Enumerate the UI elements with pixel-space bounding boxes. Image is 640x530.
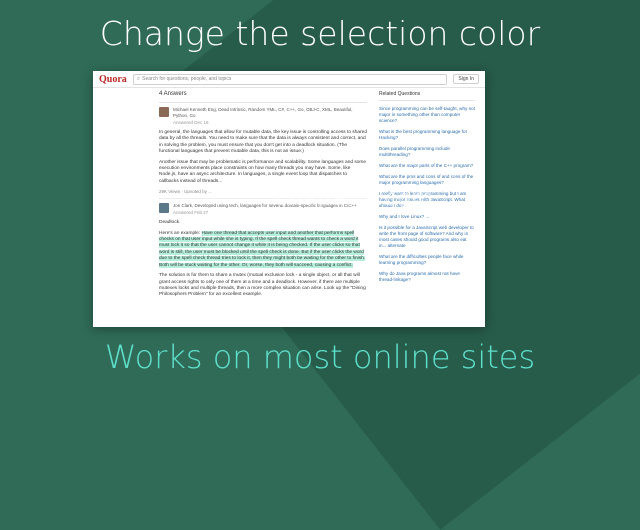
related-question-link[interactable]: What is the best programming language fo… (379, 129, 475, 141)
related-heading: Related Questions (379, 88, 475, 101)
headline-top: Change the selection color (99, 14, 541, 53)
answer-paragraph: Here's an example: Have one thread that … (159, 230, 367, 269)
search-input[interactable]: ⌕ Search for questions, people, and topi… (132, 73, 448, 85)
search-placeholder: Search for questions, people, and topics (142, 76, 232, 82)
answer-author: Michael Kenneth Eng, Dead Intrinsic, Ran… (159, 107, 367, 126)
related-question-link[interactable]: What are the pros and cons of and cons o… (379, 174, 475, 186)
related-question-link[interactable]: Is it possible for a JavaScript web deve… (379, 225, 475, 249)
related-question-link[interactable]: What are the difficulties people face wh… (379, 254, 475, 266)
answer-date: Answered Dec 18 (173, 120, 209, 125)
answer-paragraph: Another issue that may be problematic is… (159, 159, 367, 184)
answers-count: 4 Answers (159, 88, 367, 103)
answer-paragraph: In general, the languages that allow for… (159, 130, 367, 155)
answer-item: Jon Clark, Developed using tech, languag… (159, 203, 367, 298)
related-question-link[interactable]: Why do Java programs almost not have thr… (379, 271, 475, 283)
related-question-link[interactable]: Does parallel programming include multit… (379, 146, 475, 158)
related-question-link[interactable]: Since programming can be self-taught, wh… (379, 106, 475, 124)
avatar[interactable] (159, 203, 169, 214)
site-logo[interactable]: Quora (99, 74, 127, 85)
watermark: chajian5.com (275, 186, 435, 211)
related-question-link[interactable]: Why and I love Linux? ... (379, 214, 475, 220)
headline-bottom: Works on most online sites (104, 338, 536, 376)
answer-paragraph: Deadlock. (159, 220, 181, 226)
site-topbar: Quora ⌕ Search for questions, people, an… (93, 71, 485, 88)
avatar[interactable] (159, 107, 169, 117)
author-bio[interactable]: Michael Kenneth Eng, Dead Intrinsic, Ran… (173, 107, 367, 119)
search-icon: ⌕ (136, 75, 141, 82)
sign-in-button[interactable]: Sign In (453, 74, 479, 84)
answer-paragraph: The solution is for them to share a mute… (159, 273, 366, 298)
related-question-link[interactable]: What are the major parts of the C++ prog… (379, 163, 475, 169)
selected-text-highlight[interactable]: Have one thread that accepts user input … (159, 230, 366, 268)
lead-text: Here's an example: (159, 230, 201, 236)
